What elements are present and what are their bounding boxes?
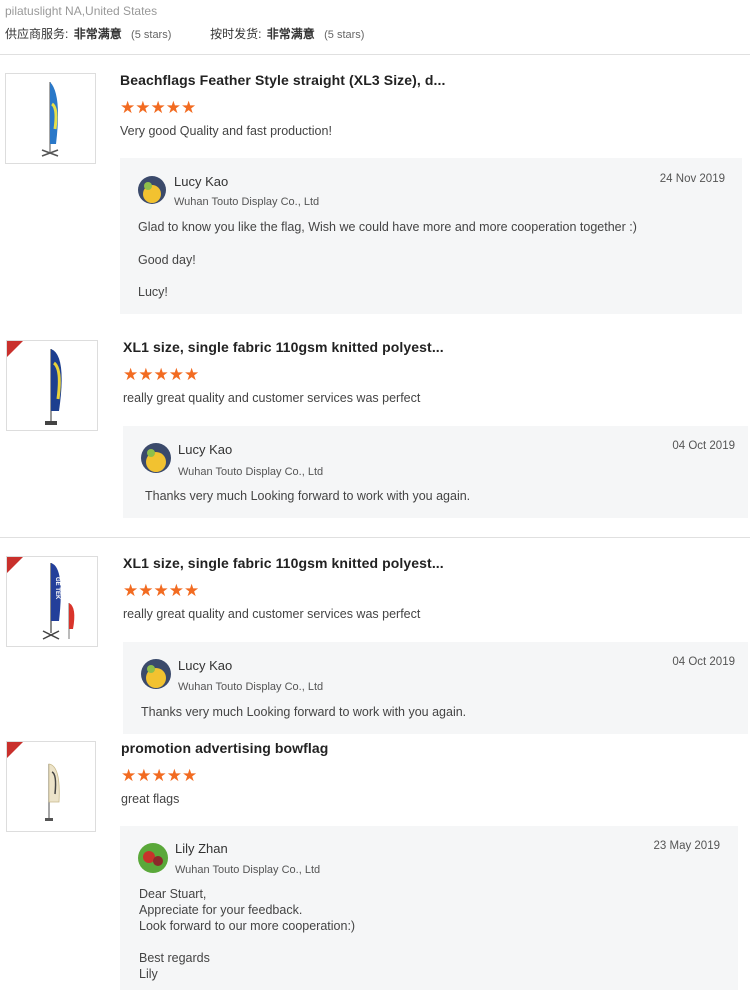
review-stars: ★★★★★ <box>123 365 200 384</box>
badge-icon <box>7 341 23 357</box>
supplier-service-label: 供应商服务: <box>5 27 69 41</box>
badge-icon <box>7 742 23 758</box>
thumb-flag-text: GE TEK <box>54 577 60 600</box>
divider <box>0 537 750 538</box>
reply-date: 04 Oct 2019 <box>672 440 735 452</box>
ratings-summary: 供应商服务: 非常满意 (5 stars) 按时发货: 非常满意 (5 star… <box>5 25 364 42</box>
ontime-stars: (5 stars) <box>324 29 365 41</box>
product-title-link[interactable]: XL1 size, single fabric 110gsm knitted p… <box>123 555 444 571</box>
reply-author-name: Lily Zhan <box>175 841 228 856</box>
reply-author-name: Lucy Kao <box>178 442 233 457</box>
reply-date: 04 Oct 2019 <box>672 656 735 668</box>
avatar <box>138 176 166 204</box>
supplier-reply: Lucy Kao Wuhan Touto Display Co., Ltd 24… <box>120 158 742 314</box>
product-title-link[interactable]: XL1 size, single fabric 110gsm knitted p… <box>123 339 444 355</box>
reply-text-line: Glad to know you like the flag, Wish we … <box>138 220 637 234</box>
product-thumbnail[interactable]: GE TEK <box>6 556 98 647</box>
product-title-link[interactable]: promotion advertising bowflag <box>121 740 328 756</box>
reply-text-line: Thanks very much Looking forward to work… <box>141 705 467 719</box>
review-text: Very good Quality and fast production! <box>120 124 332 138</box>
supplier-reply: Lucy Kao Wuhan Touto Display Co., Ltd 04… <box>123 426 748 518</box>
review-text: great flags <box>121 792 180 806</box>
ontime-value: 非常满意 <box>266 27 315 41</box>
reply-text-line: Dear Stuart, <box>139 887 207 901</box>
supplier-service-stars: (5 stars) <box>131 29 172 41</box>
ontime-label: 按时发货: <box>210 27 262 41</box>
avatar <box>141 659 171 689</box>
product-thumbnail[interactable] <box>6 340 98 431</box>
review-stars: ★★★★★ <box>123 581 200 600</box>
reply-company: Wuhan Touto Display Co., Ltd <box>174 196 320 208</box>
product-thumbnail[interactable] <box>5 73 96 164</box>
reply-author-name: Lucy Kao <box>178 658 233 673</box>
reply-date: 23 May 2019 <box>653 840 721 852</box>
review-text: really great quality and customer servic… <box>123 391 421 405</box>
reply-company: Wuhan Touto Display Co., Ltd <box>178 681 324 693</box>
avatar <box>141 443 171 473</box>
product-title-link[interactable]: Beachflags Feather Style straight (XL3 S… <box>120 72 446 88</box>
reply-text-line: Lily <box>139 967 158 981</box>
reply-text-line: Thanks very much Looking forward to work… <box>145 489 471 503</box>
supplier-service-value: 非常满意 <box>73 27 122 41</box>
reply-company: Wuhan Touto Display Co., Ltd <box>175 864 321 876</box>
review-stars: ★★★★★ <box>121 766 198 785</box>
supplier-reply: Lily Zhan Wuhan Touto Display Co., Ltd 2… <box>120 826 738 990</box>
reply-date: 24 Nov 2019 <box>659 173 725 185</box>
reply-text-line: Look forward to our more cooperation:) <box>139 919 356 933</box>
supplier-reply: Lucy Kao Wuhan Touto Display Co., Ltd 04… <box>123 642 748 734</box>
reply-text-line: Appreciate for your feedback. <box>139 903 303 917</box>
review-text: really great quality and customer servic… <box>123 607 421 621</box>
reply-author-name: Lucy Kao <box>174 174 229 189</box>
feather-flag-icon <box>41 82 59 157</box>
avatar <box>138 843 168 873</box>
badge-icon <box>7 557 23 573</box>
reply-company: Wuhan Touto Display Co., Ltd <box>178 466 324 478</box>
product-thumbnail[interactable] <box>6 741 96 832</box>
reply-text-line: Lucy! <box>138 285 168 299</box>
review-stars: ★★★★★ <box>120 98 197 117</box>
reply-text-line: Best regards <box>139 951 210 965</box>
divider <box>0 54 750 55</box>
reply-text-line: Good day! <box>138 253 196 267</box>
reviewer-name-location: pilatuslight NA,United States <box>5 4 158 18</box>
